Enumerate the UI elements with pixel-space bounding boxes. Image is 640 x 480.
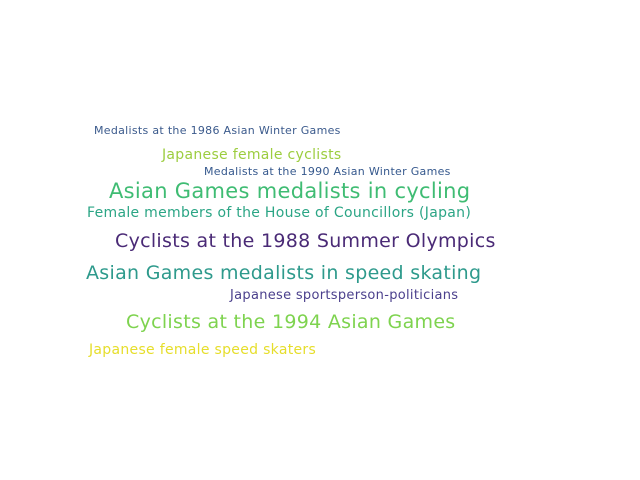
word-medalists-1990-asian-winter-games: Medalists at the 1990 Asian Winter Games [204, 165, 451, 178]
word-cloud: Medalists at the 1986 Asian Winter Games… [0, 0, 640, 480]
word-japanese-female-speed-skaters: Japanese female speed skaters [89, 342, 317, 358]
word-asian-games-medalists-speed-skating: Asian Games medalists in speed skating [86, 262, 482, 284]
word-japanese-female-cyclists: Japanese female cyclists [162, 147, 342, 163]
word-asian-games-medalists-cycling: Asian Games medalists in cycling [109, 179, 471, 203]
word-medalists-1986-asian-winter-games: Medalists at the 1986 Asian Winter Games [94, 124, 341, 137]
word-japanese-sportsperson-politicians: Japanese sportsperson-politicians [230, 288, 459, 303]
word-cyclists-1988-summer-olympics: Cyclists at the 1988 Summer Olympics [115, 230, 496, 252]
word-cyclists-1994-asian-games: Cyclists at the 1994 Asian Games [126, 311, 456, 333]
word-female-members-house-of-councillors: Female members of the House of Councillo… [87, 205, 472, 221]
